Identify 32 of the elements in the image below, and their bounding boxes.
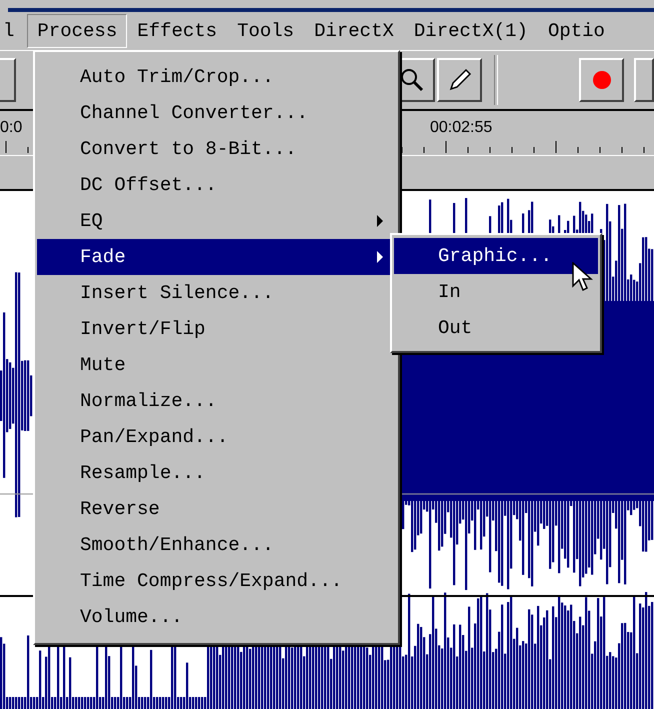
menu-item[interactable]: Convert to 8-Bit... — [37, 131, 396, 167]
menu-item[interactable]: Optio — [538, 14, 615, 48]
menu-item[interactable]: Graphic... — [394, 238, 598, 274]
menu-item[interactable]: Channel Converter... — [37, 95, 396, 131]
menu-item[interactable]: Mute — [37, 347, 396, 383]
record-button[interactable] — [578, 58, 624, 102]
menu-item[interactable]: Pan/Expand... — [37, 419, 396, 455]
menu-item[interactable]: Volume... — [37, 599, 396, 635]
toolbar-button[interactable] — [0, 58, 16, 102]
toolbar-button[interactable] — [634, 58, 654, 102]
time-label: 00:02:55 — [430, 119, 492, 137]
menu-item[interactable]: Resample... — [37, 455, 396, 491]
mouse-pointer-icon — [572, 262, 594, 294]
menu-item[interactable]: Auto Trim/Crop... — [37, 59, 396, 95]
menu-item[interactable]: Tools — [227, 14, 304, 48]
menu-item[interactable]: Time Compress/Expand... — [37, 563, 396, 599]
menu-item[interactable]: Effects — [127, 14, 228, 48]
menu-item[interactable]: Smooth/Enhance... — [37, 527, 396, 563]
menu-item[interactable]: Reverse — [37, 491, 396, 527]
pencil-button[interactable] — [436, 58, 482, 102]
menu-item[interactable]: Out — [394, 310, 598, 346]
menu-item[interactable]: EQ — [37, 203, 396, 239]
menu-item[interactable]: DC Offset... — [37, 167, 396, 203]
time-label: 0:0 — [0, 119, 22, 137]
menu-item[interactable]: In — [394, 274, 598, 310]
magnifier-icon — [399, 67, 426, 93]
menu-item[interactable]: Normalize... — [37, 383, 396, 419]
menu-item[interactable]: Process — [27, 14, 128, 48]
menu-item[interactable]: DirectX — [304, 14, 404, 48]
record-icon — [590, 69, 613, 91]
menu-item[interactable]: DirectX(1) — [404, 14, 538, 48]
menu-item[interactable]: l — [0, 14, 28, 48]
